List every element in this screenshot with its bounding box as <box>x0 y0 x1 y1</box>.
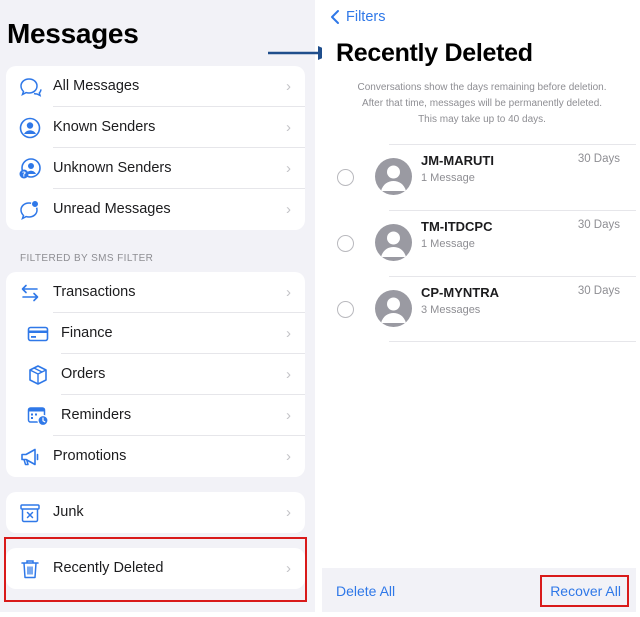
sender-name: TM-ITDCPC <box>421 219 493 234</box>
filter-all-messages[interactable]: All Messages › <box>6 66 305 107</box>
filter-known-senders[interactable]: Known Senders › <box>6 107 305 148</box>
chevron-right-icon: › <box>286 325 291 342</box>
message-count: 1 Message <box>421 238 475 250</box>
avatar <box>375 158 412 195</box>
chevron-right-icon: › <box>286 284 291 301</box>
section-header: FILTERED BY SMS FILTER <box>20 253 154 264</box>
main-filters-card: All Messages › Known Senders › ? Unknown… <box>6 66 305 230</box>
chevron-right-icon: › <box>286 119 291 136</box>
filter-label: Finance <box>61 325 113 341</box>
person-circle-icon <box>18 116 42 140</box>
divider <box>389 210 636 211</box>
select-radio[interactable] <box>337 235 354 252</box>
box-icon <box>26 363 50 387</box>
chevron-right-icon: › <box>286 504 291 521</box>
days-remaining: 30 Days <box>577 219 620 231</box>
chat-bubbles-icon <box>18 75 42 99</box>
note-line: This may take up to 40 days. <box>418 114 546 125</box>
filter-label: Junk <box>53 504 84 520</box>
divider <box>389 276 636 277</box>
filter-transactions[interactable]: Transactions › <box>6 272 305 313</box>
select-radio[interactable] <box>337 301 354 318</box>
credit-card-icon <box>26 322 50 346</box>
filter-unread-messages[interactable]: Unread Messages › <box>6 189 305 230</box>
sms-filter-card: Transactions › Finance › Orders › Remind… <box>6 272 305 477</box>
chevron-right-icon: › <box>286 201 291 218</box>
select-radio[interactable] <box>337 169 354 186</box>
page-title: Recently Deleted <box>336 39 533 67</box>
filter-reminders[interactable]: Reminders › <box>6 395 305 436</box>
junk-bin-icon <box>18 501 42 525</box>
person-silhouette-icon <box>381 165 406 191</box>
recently-deleted-highlight-box <box>4 537 307 602</box>
filter-label: Promotions <box>53 448 127 464</box>
days-remaining: 30 Days <box>577 285 620 297</box>
avatar <box>375 224 412 261</box>
megaphone-icon <box>18 445 42 469</box>
chevron-right-icon: › <box>286 448 291 465</box>
junk-card: Junk › <box>6 492 305 533</box>
person-question-icon: ? <box>18 157 42 181</box>
filter-label: All Messages <box>53 78 140 94</box>
screenshot-root: Messages All Messages › Known Senders › <box>0 0 640 617</box>
filter-label: Transactions <box>53 284 136 300</box>
back-button[interactable]: Filters <box>330 9 385 25</box>
person-silhouette-icon <box>381 231 406 257</box>
chevron-right-icon: › <box>286 160 291 177</box>
list-item[interactable]: JM-MARUTI 1 Message 30 Days <box>322 144 636 210</box>
message-count: 1 Message <box>421 172 475 184</box>
chevron-right-icon: › <box>286 366 291 383</box>
filter-label: Known Senders <box>53 119 156 135</box>
recover-all-highlight-box <box>540 575 629 607</box>
message-count: 3 Messages <box>421 304 481 316</box>
list-item[interactable]: CP-MYNTRA 3 Messages 30 Days <box>322 276 636 342</box>
back-label: Filters <box>346 9 386 25</box>
chevron-right-icon: › <box>286 78 291 95</box>
deletion-note: Conversations show the days remaining be… <box>332 80 632 128</box>
messages-filters-pane: Messages All Messages › Known Senders › <box>0 0 315 612</box>
filter-finance[interactable]: Finance › <box>6 313 305 354</box>
filter-label: Unread Messages <box>53 201 171 217</box>
list-item[interactable]: TM-ITDCPC 1 Message 30 Days <box>322 210 636 276</box>
filter-promotions[interactable]: Promotions › <box>6 436 305 477</box>
avatar <box>375 290 412 327</box>
divider <box>389 341 636 342</box>
chevron-left-icon <box>331 10 339 24</box>
page-title: Messages <box>7 18 139 49</box>
calendar-clock-icon <box>26 404 50 428</box>
svg-text:?: ? <box>22 171 26 179</box>
days-remaining: 30 Days <box>577 153 620 165</box>
chevron-right-icon: › <box>286 407 291 424</box>
sender-name: JM-MARUTI <box>421 153 494 168</box>
recently-deleted-pane: Filters Recently Deleted Conversations s… <box>322 0 636 612</box>
note-line: After that time, messages will be perman… <box>361 98 603 109</box>
filter-unknown-senders[interactable]: ? Unknown Senders › <box>6 148 305 189</box>
divider <box>389 144 636 145</box>
delete-all-button[interactable]: Delete All <box>336 583 395 599</box>
unread-bubble-icon <box>18 198 42 222</box>
person-silhouette-icon <box>381 297 406 323</box>
arrows-swap-icon <box>18 281 42 305</box>
filter-label: Orders <box>61 366 106 382</box>
filter-label: Unknown Senders <box>53 160 172 176</box>
sender-name: CP-MYNTRA <box>421 285 499 300</box>
filter-label: Reminders <box>61 407 132 423</box>
note-line: Conversations show the days remaining be… <box>357 82 607 93</box>
filter-orders[interactable]: Orders › <box>6 354 305 395</box>
filter-junk[interactable]: Junk › <box>6 492 305 533</box>
